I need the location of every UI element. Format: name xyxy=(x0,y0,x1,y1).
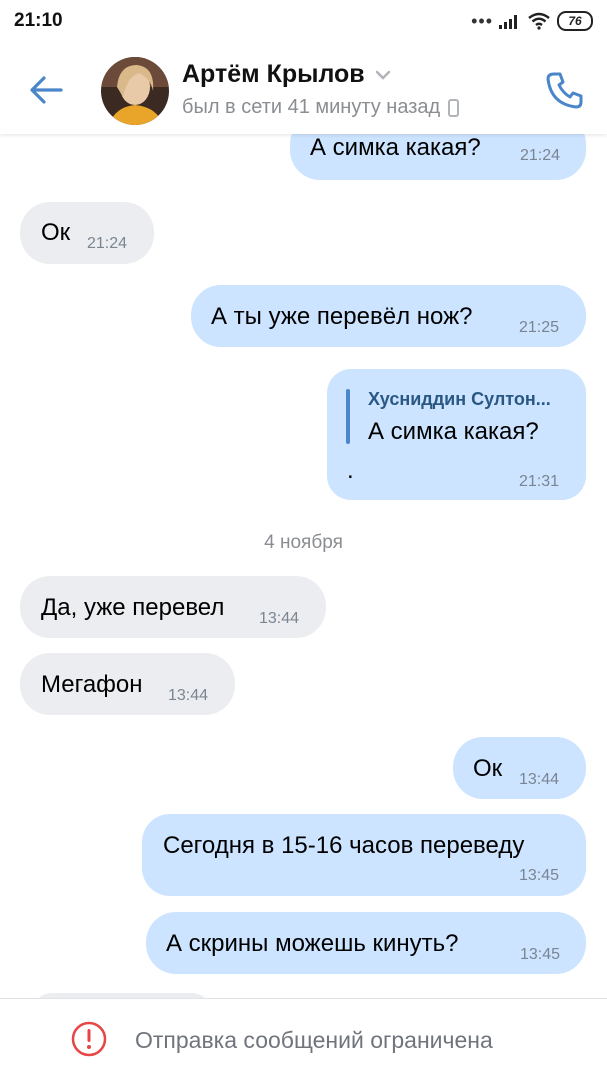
more-dots-icon: ••• xyxy=(471,11,493,31)
message-bubble-outgoing[interactable]: Ок 13:44 xyxy=(453,737,586,799)
status-time: 21:10 xyxy=(14,10,63,31)
contact-name-row[interactable]: Артём Крылов xyxy=(182,60,391,89)
chat-header: Артём Крылов был в сети 41 минуту назад xyxy=(0,44,607,134)
message-time: 21:24 xyxy=(87,235,128,252)
message-text: А симка какая? xyxy=(310,134,481,161)
reply-quoted-text: А симка какая? xyxy=(368,418,539,445)
message-time: 13:44 xyxy=(168,687,209,704)
message-text: Мегафон xyxy=(41,671,143,698)
avatar-image xyxy=(101,57,169,125)
message-time: 13:45 xyxy=(519,867,560,884)
battery-icon: 76 xyxy=(557,11,593,31)
message-bubble-outgoing-reply[interactable]: Хусниддин Султон... А симка какая? . 21:… xyxy=(327,369,586,500)
wifi-icon xyxy=(528,12,550,30)
signal-icon xyxy=(499,15,517,29)
message-bubble-incoming[interactable]: Ок 21:24 xyxy=(20,202,154,264)
message-bubble-incoming[interactable]: Мегафон 13:44 xyxy=(20,653,235,715)
contact-status-row: был в сети 41 минуту назад xyxy=(182,96,460,119)
message-bubble-outgoing[interactable]: А симка какая? 21:24 xyxy=(290,134,586,180)
status-icons: ••• 76 xyxy=(471,8,593,34)
message-time: 13:44 xyxy=(259,610,300,627)
reply-author: Хусниддин Султон... xyxy=(368,389,551,409)
message-time: 13:45 xyxy=(520,946,561,963)
message-bubble-outgoing[interactable]: А ты уже перевёл нож? 21:25 xyxy=(191,285,586,347)
message-time: 21:31 xyxy=(519,473,560,490)
back-button[interactable] xyxy=(24,68,68,112)
message-text: Да, уже перевел xyxy=(41,594,225,621)
call-button[interactable] xyxy=(541,66,589,114)
message-bubble-incoming[interactable]: Да, уже перевел 13:44 xyxy=(20,576,326,638)
contact-name: Артём Крылов xyxy=(182,60,365,88)
message-text: Ок xyxy=(41,219,71,246)
message-text: А скрины можешь кинуть? xyxy=(166,930,459,957)
composer-restricted-bar: Отправка сообщений ограничена xyxy=(0,998,607,1081)
arrow-left-icon xyxy=(30,76,63,104)
phone-icon xyxy=(546,72,583,109)
message-text: Ок xyxy=(473,755,503,782)
last-seen-text: был в сети 41 минуту назад xyxy=(182,96,441,118)
message-time: 21:24 xyxy=(520,147,561,164)
message-bubble-outgoing[interactable]: А скрины можешь кинуть? 13:45 xyxy=(146,912,586,974)
message-time: 21:25 xyxy=(519,319,560,336)
restriction-text: Отправка сообщений ограничена xyxy=(135,1027,493,1053)
warning-icon xyxy=(71,1021,107,1057)
avatar[interactable] xyxy=(101,57,169,125)
chevron-down-icon xyxy=(375,70,390,80)
message-list[interactable]: А симка какая? 21:24 Ок 21:24 А ты уже п… xyxy=(0,134,607,998)
message-time: 13:44 xyxy=(519,771,560,788)
message-text: Сегодня в 15-16 часов переведу xyxy=(163,832,525,859)
message-text: . xyxy=(347,457,354,484)
message-text: А ты уже перевёл нож? xyxy=(211,303,473,330)
status-bar: 21:10 ••• 76 xyxy=(0,0,607,44)
mobile-device-icon xyxy=(448,98,460,117)
date-separator: 4 ноября xyxy=(264,532,343,553)
message-bubble-outgoing[interactable]: Сегодня в 15-16 часов переведу 13:45 xyxy=(142,814,586,896)
reply-quote-bar xyxy=(346,389,350,444)
